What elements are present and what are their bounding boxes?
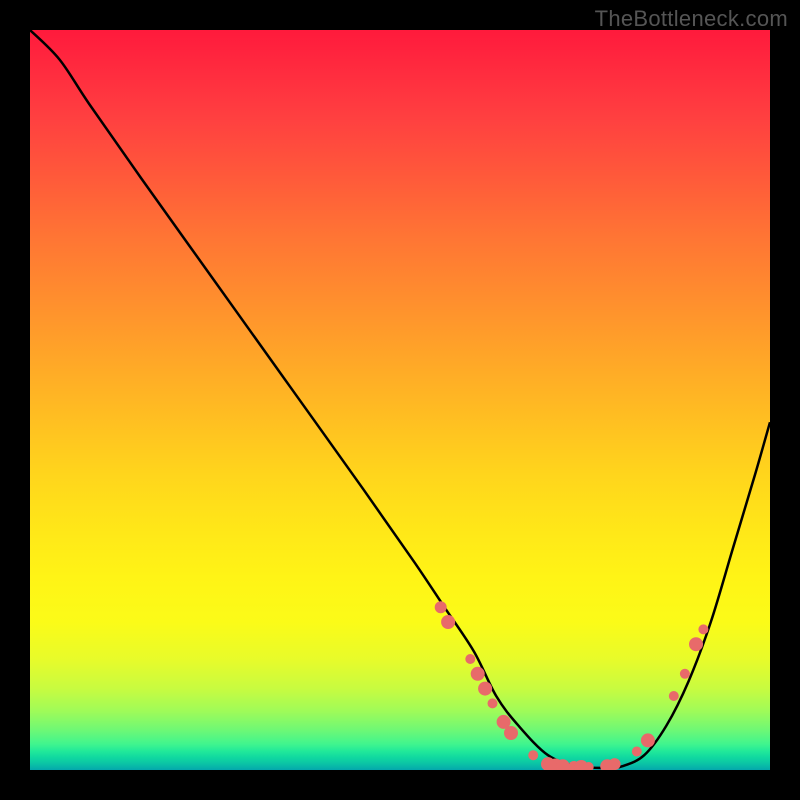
data-marker: [609, 758, 621, 770]
data-marker: [528, 750, 538, 760]
data-marker: [698, 624, 708, 634]
data-marker: [689, 637, 703, 651]
data-marker: [632, 747, 642, 757]
data-marker: [465, 654, 475, 664]
data-marker: [669, 691, 679, 701]
data-marker: [435, 601, 447, 613]
data-marker: [680, 669, 690, 679]
data-marker: [504, 726, 518, 740]
data-marker: [488, 698, 498, 708]
data-marker: [641, 733, 655, 747]
data-marker: [478, 682, 492, 696]
chart-svg: [30, 30, 770, 770]
data-marker: [471, 667, 485, 681]
watermark-text: TheBottleneck.com: [595, 6, 788, 32]
chart-container: [30, 30, 770, 770]
data-marker: [441, 615, 455, 629]
bottleneck-curve: [30, 30, 770, 768]
data-markers: [435, 601, 709, 770]
